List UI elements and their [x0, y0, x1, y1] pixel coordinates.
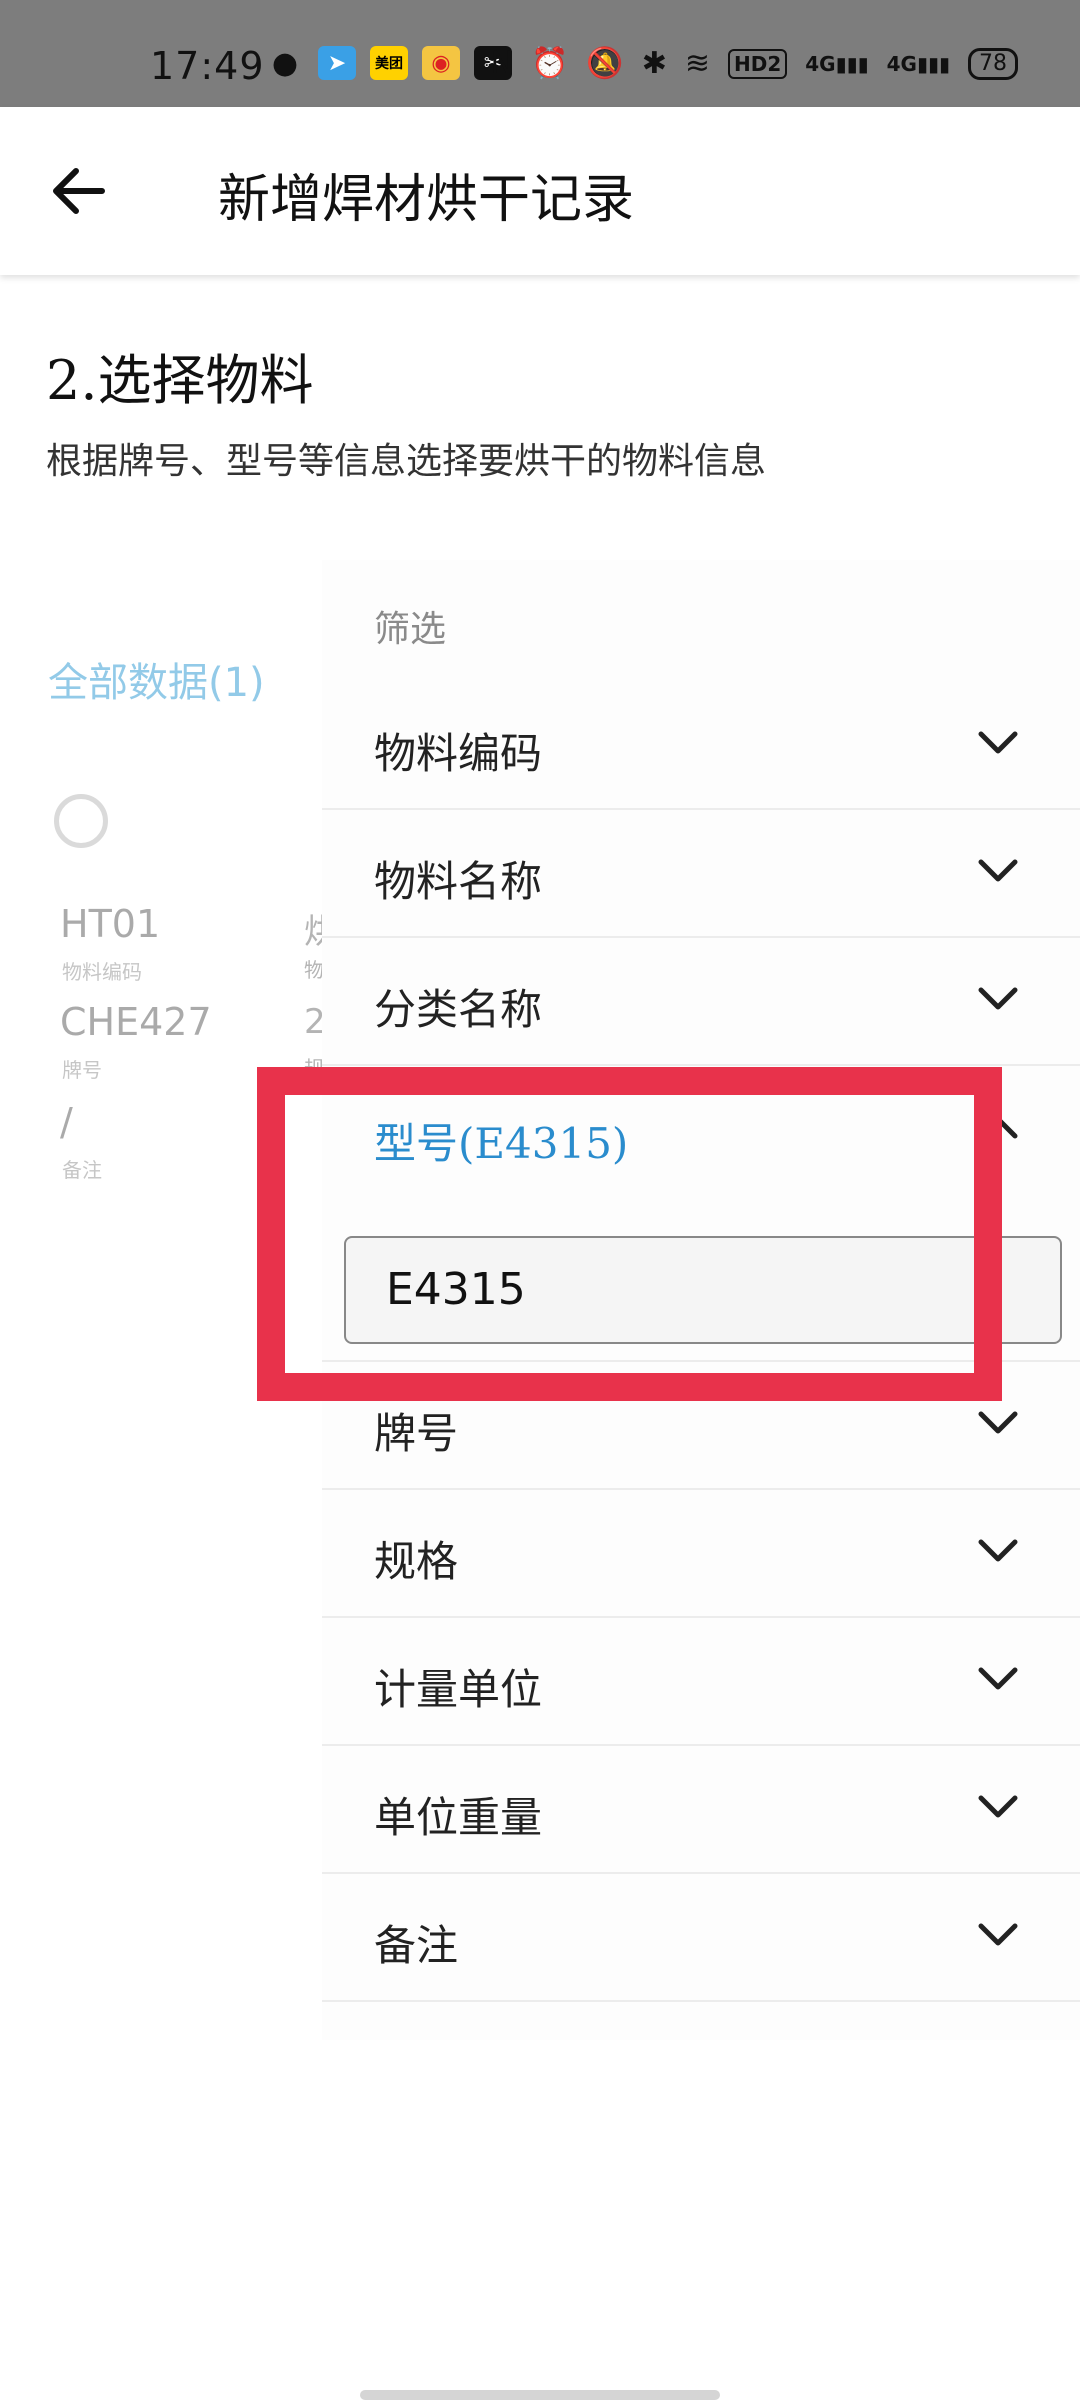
home-indicator	[360, 2390, 720, 2400]
app-bar: 新增焊材烘干记录	[0, 107, 1080, 275]
brand-label: 牌号	[62, 1058, 102, 1082]
filter-row-unit-weight[interactable]: 单位重量	[322, 1744, 1080, 1874]
filter-label: 计量单位	[374, 1665, 543, 1714]
alarm-icon: ⏰	[530, 46, 569, 81]
material-list: 全部数据(1) HT01 物料编码 CHE427 牌号 / 备注 烘 物 2 规	[0, 600, 330, 1300]
filter-row-brand[interactable]: 牌号	[322, 1360, 1080, 1490]
filter-label: 备注	[374, 1921, 459, 1970]
signal-icon-1: 4G▮▮▮	[805, 51, 869, 76]
battery-icon: 78	[968, 47, 1018, 80]
bluetooth-icon: ✱	[641, 46, 667, 81]
hd-icon: HD2	[727, 48, 788, 79]
wifi-icon: ≋	[684, 46, 710, 81]
filter-label: 物料编码	[374, 729, 543, 778]
select-radio[interactable]	[54, 794, 108, 848]
remark-label: 备注	[62, 1158, 102, 1182]
filter-row-remark[interactable]: 备注	[322, 1872, 1080, 2002]
model-input[interactable]: E4315	[344, 1236, 1062, 1344]
material-code-label: 物料编码	[62, 960, 142, 984]
mute-icon: 🔕	[586, 46, 624, 81]
chevron-down-icon	[978, 987, 1018, 1010]
chevron-down-icon	[978, 859, 1018, 882]
filter-label: 牌号	[374, 1409, 459, 1458]
filter-heading: 筛选	[374, 609, 447, 650]
material-code-value: HT01	[60, 902, 161, 946]
filter-row-unit[interactable]: 计量单位	[322, 1616, 1080, 1746]
filter-label: 型号(E4315)	[374, 1119, 629, 1168]
filter-row-material-name[interactable]: 物料名称	[322, 808, 1080, 938]
chevron-down-icon	[978, 1667, 1018, 1690]
nfc-icon: N	[490, 46, 513, 81]
filter-row-category[interactable]: 分类名称	[322, 936, 1080, 1066]
chevron-down-icon	[978, 1923, 1018, 1946]
step-subtitle: 根据牌号、型号等信息选择要烘干的物料信息	[46, 441, 767, 482]
back-arrow-icon[interactable]	[46, 159, 110, 223]
page-title: 新增焊材烘干记录	[218, 170, 635, 230]
chevron-down-icon	[978, 1539, 1018, 1562]
brand-value: CHE427	[60, 1000, 212, 1044]
filter-label: 规格	[374, 1537, 459, 1586]
wechat-icon: ●	[271, 45, 299, 81]
signal-icon-2: 4G▮▮▮	[886, 51, 950, 76]
system-icons: N ⏰ 🔕 ✱ ≋ HD2 4G▮▮▮ 4G▮▮▮ 78	[491, 46, 1018, 81]
filter-row-spec[interactable]: 规格	[322, 1488, 1080, 1618]
chevron-up-icon	[978, 1116, 1018, 1139]
filter-row-material-code[interactable]: 物料编码	[322, 680, 1080, 810]
step-title: 2.选择物料	[46, 349, 314, 412]
remark-value: /	[60, 1100, 73, 1144]
chevron-down-icon	[978, 1795, 1018, 1818]
weibo-icon: ◉	[422, 46, 460, 80]
filter-row-model[interactable]: 型号(E4315) E4315	[322, 1064, 1080, 1362]
chevron-down-icon	[978, 731, 1018, 754]
filter-label: 分类名称	[374, 985, 543, 1034]
meituan-icon: 美团	[370, 46, 408, 80]
all-data-tab[interactable]: 全部数据(1)	[48, 650, 265, 708]
filter-label: 物料名称	[374, 857, 543, 906]
status-time: 17:49	[150, 44, 265, 88]
chevron-down-icon	[978, 1411, 1018, 1434]
filter-panel: 筛选 物料编码 物料名称 分类名称 型号(E4315) E4315 牌号 规格 …	[322, 560, 1080, 2040]
send-app-icon: ➤	[318, 46, 356, 80]
filter-label: 单位重量	[374, 1793, 543, 1842]
status-bar: 17:49 ● ➤ 美团 ◉ ✂ N ⏰ 🔕 ✱ ≋ HD2 4G▮▮▮ 4G▮…	[0, 0, 1080, 107]
notification-icons: ● ➤ 美团 ◉ ✂	[266, 45, 512, 81]
